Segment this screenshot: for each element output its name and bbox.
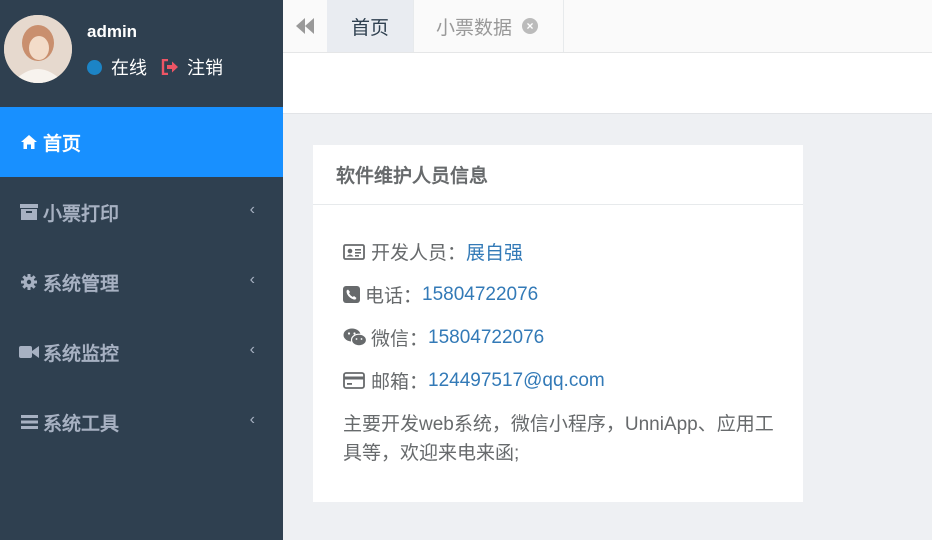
sidebar-item-receipt-print[interactable]: 小票打印 ‹ bbox=[0, 177, 283, 247]
user-name: admin bbox=[87, 22, 138, 41]
sidebar-item-label: 小票打印 bbox=[43, 203, 120, 225]
gear-icon bbox=[18, 274, 40, 290]
content-header bbox=[283, 53, 932, 114]
home-icon bbox=[18, 135, 40, 149]
wechat-icon bbox=[343, 328, 367, 347]
sidebar-item-system-management[interactable]: 系统管理 ‹ bbox=[0, 247, 283, 317]
phone-icon bbox=[343, 286, 361, 303]
wechat-label: 微信： bbox=[371, 329, 429, 350]
phone-value[interactable]: 15804722076 bbox=[422, 284, 538, 306]
online-status-icon bbox=[87, 59, 102, 75]
sidebar-item-system-tools[interactable]: 系统工具 ‹ bbox=[0, 387, 283, 457]
tab-label: 小票数据 bbox=[436, 17, 513, 39]
online-status-label: 在线 bbox=[111, 58, 147, 78]
sidebar-item-home[interactable]: 首页 bbox=[0, 107, 283, 177]
sign-out-icon[interactable] bbox=[161, 59, 179, 75]
phone-label: 电话： bbox=[365, 286, 423, 307]
wechat-value: 15804722076 bbox=[428, 326, 545, 348]
logout-link[interactable]: 注销 bbox=[187, 54, 223, 80]
chevron-left-icon: ‹ bbox=[249, 411, 255, 428]
developer-row: 开发人员： 展自强 bbox=[343, 230, 773, 273]
tab-home[interactable]: 首页 bbox=[327, 0, 414, 52]
description: 主要开发web系统，微信小程序，UnniApp、应用工具等，欢迎来电来函; bbox=[343, 414, 774, 464]
sidebar-item-system-monitor[interactable]: 系统监控 ‹ bbox=[0, 317, 283, 387]
tab-label: 首页 bbox=[350, 17, 389, 39]
sidebar-item-label: 系统工具 bbox=[43, 413, 120, 435]
wechat-row: 微信： 15804722076 bbox=[343, 316, 773, 359]
chevron-left-icon: ‹ bbox=[249, 201, 255, 218]
sidebar: admin 在线 注销 首页 小票打印 ‹ 系统管理 ‹ 系统监控 ‹ 系统工具… bbox=[0, 0, 283, 540]
chevron-left-icon: ‹ bbox=[249, 341, 255, 358]
developer-value: 展自强 bbox=[466, 243, 524, 264]
bars-icon bbox=[18, 415, 40, 429]
tab-bar: 首页 小票数据 × bbox=[283, 0, 932, 53]
email-value[interactable]: 124497517@qq.com bbox=[428, 370, 605, 392]
id-card-icon bbox=[343, 243, 367, 260]
sidebar-item-label: 系统管理 bbox=[43, 273, 120, 295]
chevron-left-icon: ‹ bbox=[249, 271, 255, 288]
video-camera-icon bbox=[18, 345, 40, 359]
email-label: 邮箱： bbox=[371, 372, 429, 393]
avatar[interactable] bbox=[4, 15, 72, 83]
phone-row: 电话： 15804722076 bbox=[343, 273, 773, 316]
developer-label: 开发人员： bbox=[371, 243, 467, 264]
tab-receipt-data[interactable]: 小票数据 × bbox=[414, 0, 564, 52]
sidebar-item-label: 系统监控 bbox=[43, 343, 120, 365]
close-icon[interactable]: × bbox=[522, 18, 539, 34]
card-body: 开发人员： 展自强 电话： 15804722076 微信： 1580472207… bbox=[313, 205, 803, 468]
status-row: 在线 注销 bbox=[87, 54, 223, 80]
scroll-tabs-left-button[interactable] bbox=[283, 0, 327, 52]
backward-icon bbox=[296, 18, 314, 34]
archive-icon bbox=[18, 204, 40, 220]
card-title: 软件维护人员信息 bbox=[313, 145, 803, 205]
sidebar-item-label: 首页 bbox=[43, 133, 82, 155]
maintainer-info-card: 软件维护人员信息 开发人员： 展自强 电话： 15804722076 微信： 1… bbox=[313, 145, 803, 502]
credit-card-icon bbox=[343, 372, 367, 389]
user-profile: admin 在线 注销 bbox=[0, 0, 283, 107]
email-row: 邮箱： 124497517@qq.com bbox=[343, 359, 773, 402]
